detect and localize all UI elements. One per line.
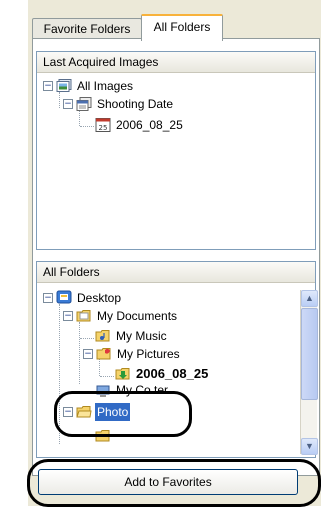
- tree-item-label: 2006_08_25: [116, 118, 183, 132]
- tree-item-label: Shooting Date: [97, 97, 174, 111]
- all-folders-scrollbar[interactable]: ▲ ▼: [300, 290, 318, 455]
- svg-text:25: 25: [99, 124, 108, 132]
- pictures-folder-icon: [96, 348, 111, 360]
- date-folder-icon: 25: [95, 118, 111, 132]
- import-folder-icon: [115, 368, 130, 380]
- tree-item-label: My Co ter: [116, 383, 169, 397]
- calendar-icon: [76, 97, 92, 111]
- collapse-icon[interactable]: −: [83, 349, 93, 359]
- folder-open-icon: [76, 406, 92, 418]
- add-to-favorites-button[interactable]: Add to Favorites: [38, 469, 298, 495]
- image-stack-icon: [56, 79, 72, 92]
- music-folder-icon: [95, 330, 110, 342]
- tab-all-folders[interactable]: All Folders: [141, 14, 223, 41]
- tree-item-label: All Images: [77, 79, 134, 93]
- desktop-icon: [56, 290, 72, 304]
- all-folders-header: All Folders: [37, 262, 315, 283]
- tree-line: [59, 304, 60, 444]
- tree-line: [100, 376, 114, 377]
- collapse-icon[interactable]: −: [63, 311, 73, 321]
- tree-item-label: My Pictures: [117, 347, 180, 361]
- tab-favorite-folders[interactable]: Favorite Folders: [32, 18, 142, 39]
- all-folders-panel: All Folders − Desktop − My Documents My …: [36, 261, 316, 458]
- tree-line: [79, 110, 80, 126]
- scroll-up-button[interactable]: ▲: [301, 290, 318, 307]
- folder-open-icon: [76, 310, 91, 322]
- last-acquired-panel: Last Acquired Images − All Images − Shoo…: [36, 51, 316, 250]
- last-acquired-header: Last Acquired Images: [37, 52, 315, 73]
- computer-icon: [96, 385, 110, 397]
- tree-line: [80, 126, 94, 127]
- left-edge: [0, 0, 28, 506]
- tree-line: [59, 92, 60, 108]
- collapse-icon[interactable]: −: [63, 99, 73, 109]
- collapse-icon[interactable]: −: [63, 407, 73, 417]
- folder-icon: [95, 430, 110, 442]
- tree-item-label: Desktop: [77, 291, 122, 305]
- scroll-down-button[interactable]: ▼: [301, 438, 318, 455]
- tree-item-label: My Music: [116, 329, 167, 343]
- scroll-thumb[interactable]: [301, 308, 318, 400]
- collapse-icon[interactable]: −: [43, 293, 53, 303]
- collapse-icon[interactable]: −: [43, 81, 53, 91]
- tree-line: [80, 338, 94, 339]
- tree-item-label: Photo: [95, 403, 131, 421]
- tree-line: [79, 322, 80, 384]
- tree-item-label: My Documents: [97, 309, 178, 323]
